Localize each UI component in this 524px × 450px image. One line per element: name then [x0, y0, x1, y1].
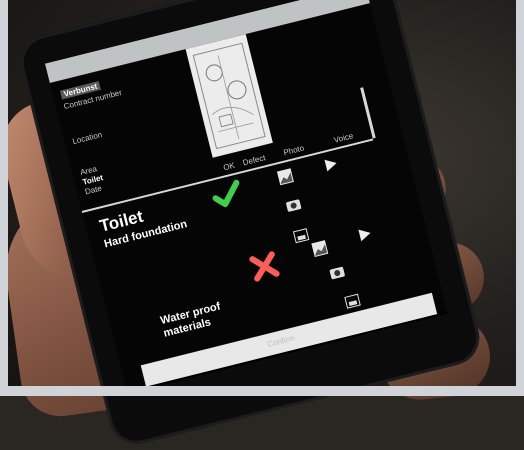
menu-icon[interactable] — [391, 333, 399, 352]
floor-plan-drawing[interactable] — [185, 34, 273, 158]
col-ok: OK — [222, 160, 236, 173]
phone-screen: Verbunst Contract number Location Area T… — [44, 0, 448, 394]
play-icon[interactable] — [322, 156, 340, 178]
recent-apps-icon[interactable] — [348, 341, 374, 364]
confirm-button[interactable]: Confirm — [140, 292, 438, 387]
camera-icon-2[interactable] — [329, 264, 347, 285]
cross-icon[interactable] — [248, 249, 283, 288]
floor-plan-sketch — [192, 42, 266, 150]
image-icon[interactable] — [291, 226, 311, 248]
location-label: Location — [71, 129, 104, 147]
photo-icon-2[interactable] — [310, 239, 331, 263]
bottom-frame-edge — [0, 386, 524, 396]
item-water-proof: Water proof materials — [159, 300, 222, 340]
photo-icon[interactable] — [276, 167, 297, 191]
camera-icon[interactable] — [285, 196, 303, 217]
left-frame-edge — [0, 0, 8, 396]
play-icon-2[interactable] — [356, 226, 374, 248]
right-frame-edge — [516, 0, 524, 396]
confirm-label: Confirm — [266, 333, 296, 349]
scroll-indicator[interactable] — [360, 87, 376, 139]
check-icon[interactable] — [209, 178, 246, 215]
